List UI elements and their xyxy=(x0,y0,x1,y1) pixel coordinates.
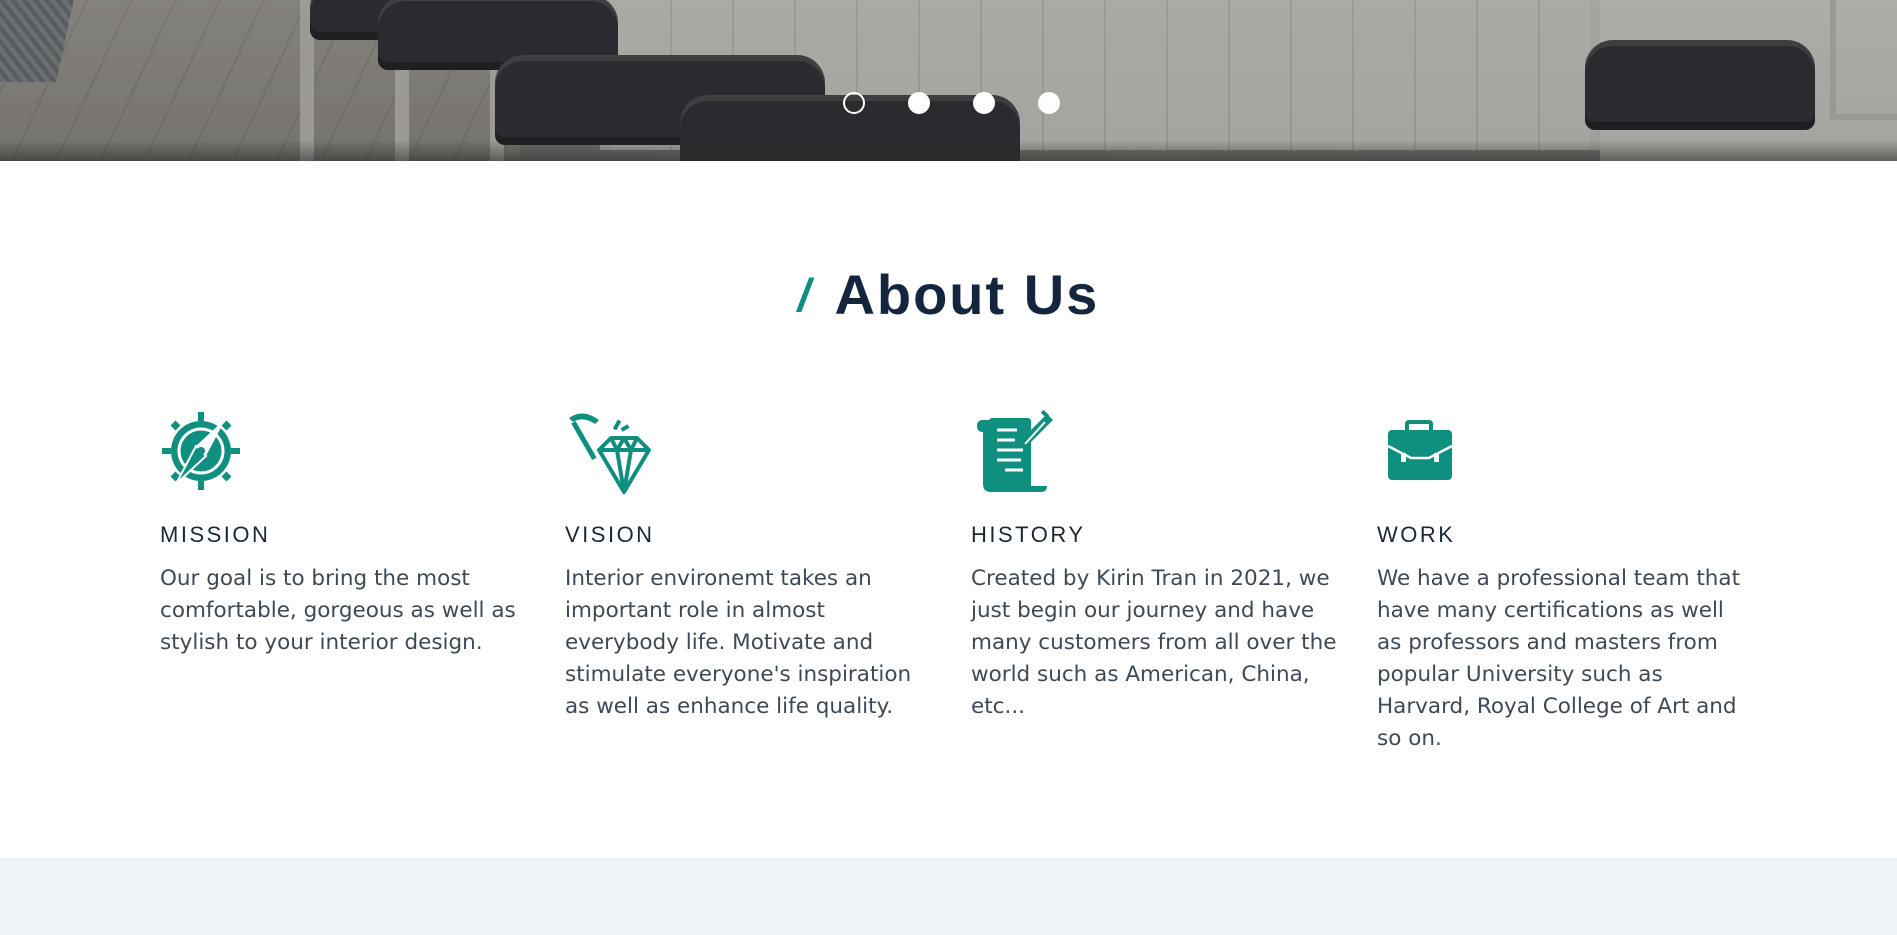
card-text: Our goal is to bring the most comfortabl… xyxy=(160,566,516,655)
card-text: We have a professional team that have ma… xyxy=(1377,566,1741,751)
hero-carousel xyxy=(0,0,1897,161)
briefcase-icon xyxy=(1377,410,1467,500)
card-heading: MISSION xyxy=(160,522,271,547)
about-card-history: HISTORY Created by Kirin Tran in 2021, w… xyxy=(971,409,1341,719)
carousel-dot-3[interactable] xyxy=(973,92,995,114)
hero-overlay xyxy=(0,0,1897,161)
next-section-band xyxy=(0,858,1897,935)
compass-icon xyxy=(160,410,250,500)
card-heading: VISION xyxy=(565,522,655,547)
carousel-dot-4[interactable] xyxy=(1038,92,1060,114)
card-text: Created by Kirin Tran in 2021, we just b… xyxy=(971,566,1337,719)
about-card-mission: MISSION Our goal is to bring the most co… xyxy=(160,410,530,655)
card-heading: WORK xyxy=(1377,522,1456,547)
card-text: Interior environemt takes an important r… xyxy=(565,566,912,719)
card-heading: HISTORY xyxy=(971,522,1086,547)
scroll-quill-icon xyxy=(971,409,1061,500)
title-slash: / xyxy=(797,269,813,321)
diamond-pickaxe-icon xyxy=(565,410,655,500)
carousel-dot-2[interactable] xyxy=(908,92,930,114)
page: / About Us MISSION Our goal is to bring … xyxy=(0,0,1897,935)
carousel-dot-1[interactable] xyxy=(843,92,865,114)
carousel-indicators xyxy=(0,92,1897,116)
about-card-work: WORK We have a professional team that ha… xyxy=(1377,410,1747,751)
about-card-vision: VISION Interior environemt takes an impo… xyxy=(565,410,935,719)
title-text: About Us xyxy=(834,263,1100,326)
hero-shadow xyxy=(0,140,1897,161)
about-title: / About Us xyxy=(0,262,1897,327)
